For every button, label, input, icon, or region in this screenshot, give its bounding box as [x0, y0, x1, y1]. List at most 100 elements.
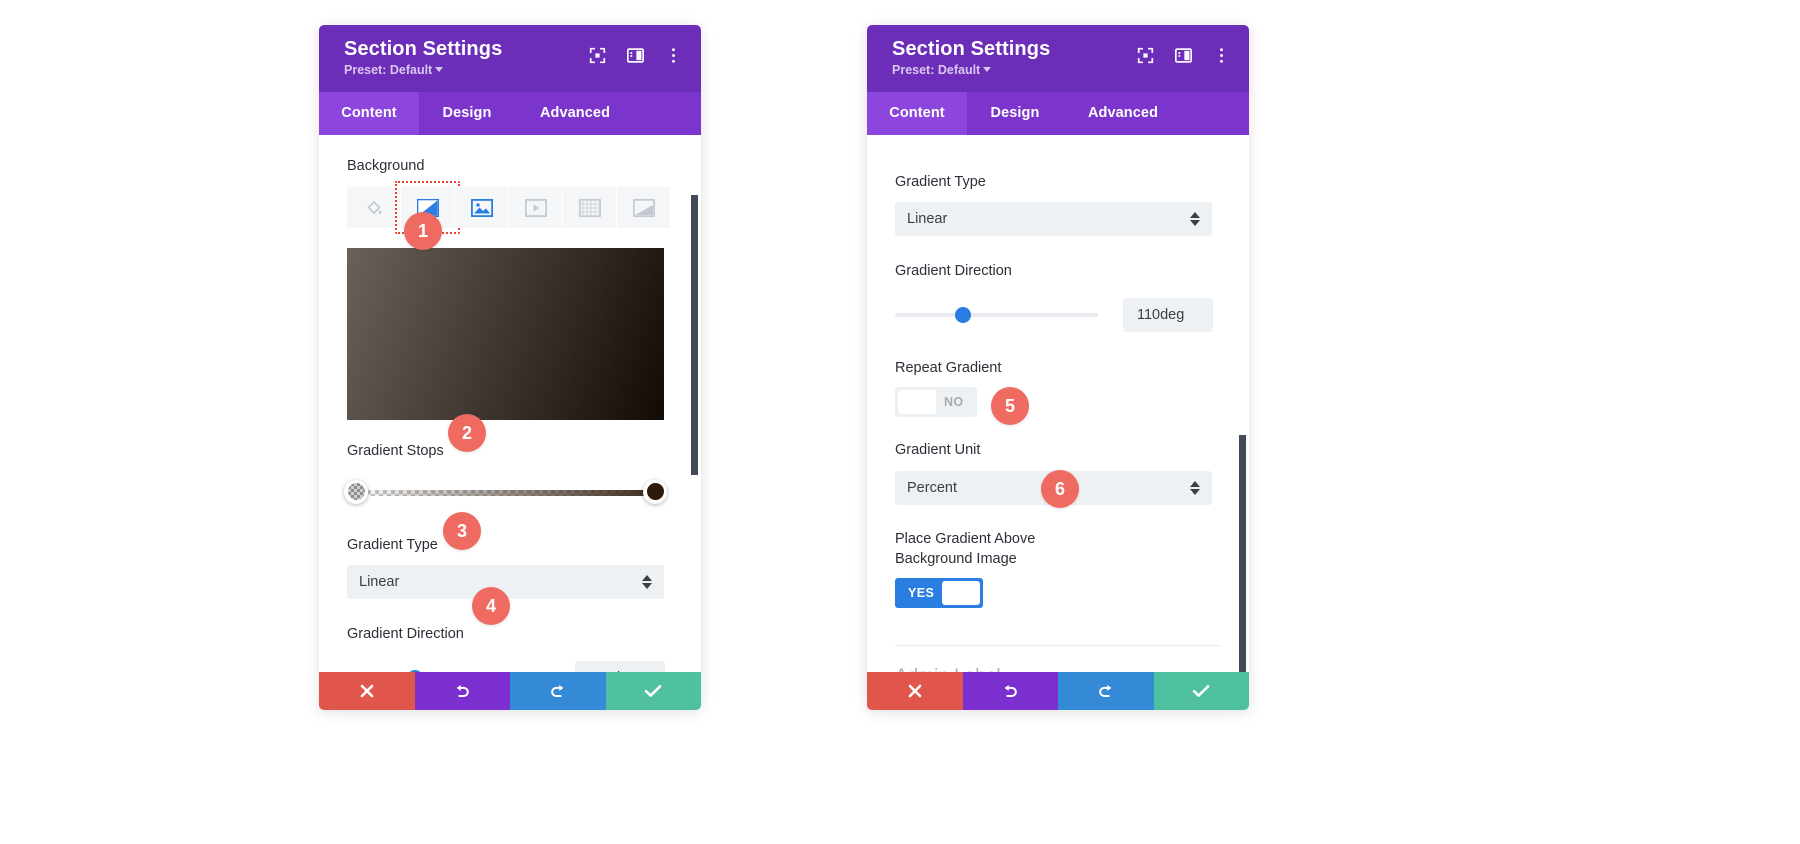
gradient-direction-slider[interactable]	[895, 305, 1098, 325]
tab-advanced[interactable]: Advanced	[515, 92, 635, 135]
preset-selector[interactable]: Preset: Default	[344, 63, 502, 78]
more-options-icon[interactable]	[1213, 47, 1230, 64]
gradient-type-select[interactable]: Linear	[895, 202, 1212, 237]
panel-header-titles: Section Settings Preset: Default	[344, 38, 502, 78]
background-type-video-icon[interactable]	[509, 187, 562, 229]
undo-button[interactable]	[962, 672, 1058, 710]
redo-button[interactable]	[510, 672, 606, 710]
vertical-scrollbar[interactable]	[691, 194, 698, 475]
panel-header-icons	[589, 47, 682, 64]
save-button[interactable]	[1153, 672, 1249, 710]
gradient-direction-row: 110deg	[347, 661, 673, 672]
save-button[interactable]	[605, 672, 701, 710]
gradient-type-label: Gradient Type	[895, 173, 986, 190]
repeat-gradient-state: NO	[944, 395, 964, 410]
section-settings-panel-right: Section Settings Preset: Default Content…	[867, 25, 1249, 710]
panel-header-titles: Section Settings Preset: Default	[892, 38, 1050, 78]
panel-footer	[867, 672, 1249, 710]
vertical-scrollbar[interactable]	[1239, 434, 1246, 672]
undo-button[interactable]	[414, 672, 510, 710]
place-gradient-label-line1: Place Gradient Above	[895, 531, 1036, 547]
background-type-pattern-icon[interactable]	[563, 187, 616, 229]
gradient-stops-row	[344, 479, 673, 506]
fullscreen-icon[interactable]	[589, 47, 606, 64]
gradient-unit-label: Gradient Unit	[895, 442, 981, 459]
layout-panel-icon[interactable]	[1175, 47, 1192, 64]
slider-thumb[interactable]	[406, 670, 423, 672]
callout-badge-2: 2	[448, 414, 486, 452]
gradient-direction-value[interactable]: 110deg	[575, 661, 665, 672]
chevron-down-icon	[1198, 666, 1218, 672]
toggle-knob	[942, 581, 981, 606]
tab-design[interactable]: Design	[967, 92, 1063, 135]
preset-selector[interactable]: Preset: Default	[892, 63, 1050, 78]
gradient-preview	[347, 248, 664, 421]
slider-thumb[interactable]	[954, 306, 971, 323]
callout-badge-5: 5	[991, 387, 1029, 425]
repeat-gradient-toggle[interactable]: NO	[895, 387, 977, 418]
gradient-stops-slider[interactable]	[344, 479, 667, 506]
gradient-direction-label: Gradient Direction	[347, 626, 464, 643]
repeat-gradient-label: Repeat Gradient	[895, 359, 1002, 376]
panel-tabs: Content Design Advanced	[867, 91, 1249, 135]
panel-tabs: Content Design Advanced	[319, 91, 701, 135]
gradient-direction-row: 110deg	[895, 297, 1221, 332]
gradient-direction-slider[interactable]	[347, 668, 550, 672]
gradient-direction-label: Gradient Direction	[895, 263, 1012, 280]
cancel-button[interactable]	[867, 672, 963, 710]
toggle-knob	[898, 390, 936, 415]
tab-content[interactable]: Content	[867, 91, 967, 135]
section-settings-panel-left: Section Settings Preset: Default Content…	[319, 25, 701, 710]
gradient-unit-value: Percent	[907, 480, 957, 496]
panel-header: Section Settings Preset: Default	[867, 25, 1249, 92]
gradient-direction-value[interactable]: 110deg	[1123, 297, 1213, 332]
preset-label: Preset: Default	[892, 63, 981, 77]
callout-badge-6: 6	[1041, 470, 1079, 508]
place-gradient-toggle[interactable]: YES	[895, 578, 984, 609]
more-options-icon[interactable]	[665, 47, 682, 64]
gradient-stops-bar	[355, 489, 656, 496]
admin-label-accordion[interactable]: Admin Label	[895, 645, 1221, 672]
select-spinner-icon	[642, 575, 652, 590]
gradient-stop-handle-end[interactable]	[643, 479, 667, 504]
panel-header: Section Settings Preset: Default	[319, 25, 701, 92]
redo-button[interactable]	[1058, 672, 1154, 710]
callout-badge-1: 1	[404, 212, 442, 250]
transparent-swatch-icon	[347, 483, 365, 501]
gradient-type-value: Linear	[907, 211, 948, 228]
panel-body: Gradient Type Linear Gradient Direction …	[867, 134, 1249, 672]
background-type-toolbar	[347, 181, 673, 235]
place-gradient-label-line2: Background Image	[895, 550, 1017, 567]
tab-content[interactable]: Content	[319, 91, 419, 135]
fullscreen-icon[interactable]	[1137, 47, 1154, 64]
background-type-color-icon[interactable]	[347, 187, 400, 229]
callout-badge-4: 4	[472, 587, 510, 625]
chevron-down-icon	[983, 67, 992, 72]
tab-design[interactable]: Design	[419, 92, 515, 135]
background-section-label: Background	[347, 157, 425, 174]
admin-label-title: Admin Label	[895, 666, 1001, 672]
gradient-type-value: Linear	[359, 574, 400, 591]
chevron-down-icon	[435, 67, 444, 72]
callout-badge-3: 3	[443, 512, 481, 550]
place-gradient-state: YES	[908, 586, 935, 601]
select-spinner-icon	[1190, 212, 1200, 227]
select-spinner-icon	[1190, 481, 1200, 495]
tab-advanced[interactable]: Advanced	[1063, 92, 1183, 135]
panel-footer	[319, 672, 701, 710]
page-title: Section Settings	[892, 38, 1051, 60]
cancel-button[interactable]	[319, 672, 415, 710]
slider-track	[895, 312, 1098, 317]
dark-swatch-icon	[646, 483, 664, 501]
settings-scroll-area: Gradient Type Linear Gradient Direction …	[867, 135, 1249, 672]
layout-panel-icon[interactable]	[627, 47, 644, 64]
preset-label: Preset: Default	[344, 63, 433, 77]
panel-header-icons	[1137, 47, 1230, 64]
settings-scroll-area: Background Gradient Stops Gradient Type …	[319, 135, 701, 672]
panel-body: Background Gradient Stops Gradient Type …	[319, 134, 701, 672]
background-type-image-icon[interactable]	[455, 187, 508, 229]
gradient-stops-label: Gradient Stops	[347, 443, 444, 460]
screenshot-stage: Section Settings Preset: Default Content…	[0, 0, 1800, 844]
background-type-mask-icon[interactable]	[617, 187, 670, 229]
gradient-stop-handle-start[interactable]	[344, 479, 368, 504]
